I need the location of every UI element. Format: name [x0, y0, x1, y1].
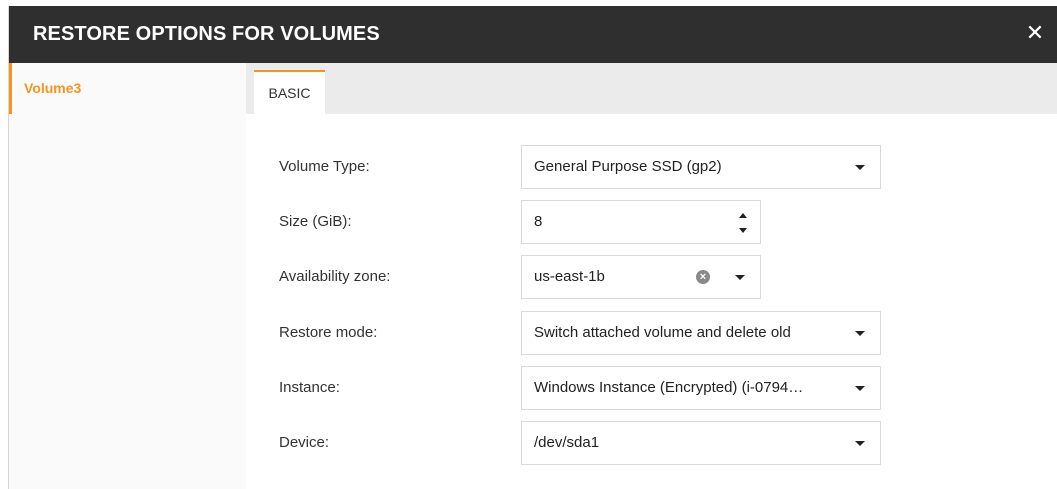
instance-label: Instance: [279, 379, 340, 396]
restore-mode-value: Switch attached volume and delete old [534, 324, 791, 341]
sidebar-item-volume3[interactable]: Volume3 [9, 63, 246, 114]
size-stepper[interactable]: 8 [521, 200, 761, 244]
availability-zone-label: Availability zone: [279, 268, 391, 285]
restore-options-dialog: RESTORE OPTIONS FOR VOLUMES ✕ Volume3 BA… [8, 6, 1057, 489]
close-icon: ✕ [1025, 20, 1045, 45]
tab-strip: BASIC [246, 63, 1057, 114]
chevron-down-icon [855, 331, 865, 336]
chevron-down-icon [735, 275, 745, 280]
restore-mode-label: Restore mode: [279, 324, 378, 341]
tab-basic-label: BASIC [268, 85, 311, 101]
size-label: Size (GiB): [279, 213, 352, 230]
increment-icon[interactable] [739, 213, 747, 218]
volume-sidebar: Volume3 [9, 63, 246, 489]
device-label: Device: [279, 434, 330, 451]
size-value: 8 [534, 213, 543, 230]
decrement-icon[interactable] [739, 228, 747, 233]
volume-type-select[interactable]: General Purpose SSD (gp2) [521, 145, 881, 189]
dialog-titlebar: RESTORE OPTIONS FOR VOLUMES ✕ [9, 6, 1057, 63]
volume-type-label: Volume Type: [279, 158, 370, 175]
tab-basic[interactable]: BASIC [254, 70, 325, 114]
chevron-down-icon [855, 165, 865, 170]
device-value: /dev/sda1 [534, 434, 600, 451]
instance-select[interactable]: Windows Instance (Encrypted) (i-0794… [521, 366, 881, 410]
instance-value: Windows Instance (Encrypted) (i-0794… [534, 379, 804, 396]
chevron-down-icon [855, 441, 865, 446]
restore-mode-select[interactable]: Switch attached volume and delete old [521, 311, 881, 355]
volume-type-value: General Purpose SSD (gp2) [534, 158, 722, 175]
chevron-down-icon [855, 386, 865, 391]
availability-zone-select[interactable]: us-east-1b × [521, 255, 761, 299]
clear-icon[interactable]: × [696, 270, 710, 284]
device-select[interactable]: /dev/sda1 [521, 421, 881, 465]
sidebar-item-label: Volume3 [24, 80, 82, 96]
dialog-title: RESTORE OPTIONS FOR VOLUMES [33, 23, 380, 45]
availability-zone-value: us-east-1b [534, 268, 605, 285]
close-button[interactable]: ✕ [1023, 21, 1047, 45]
